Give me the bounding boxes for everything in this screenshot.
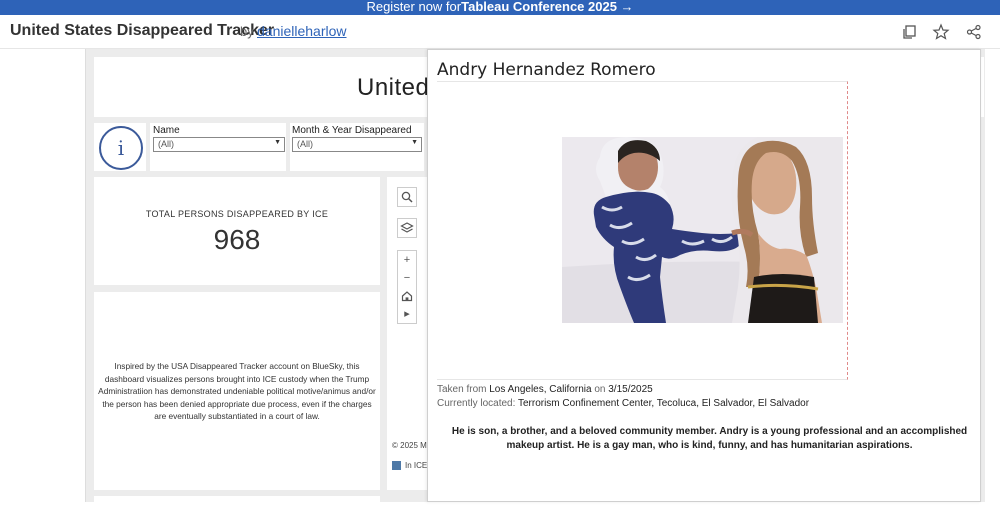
- month-filter-value: (All): [297, 139, 313, 149]
- zoom-in-button[interactable]: +: [398, 251, 416, 269]
- kpi-label: TOTAL PERSONS DISAPPEARED BY ICE: [145, 209, 329, 219]
- star-icon[interactable]: [932, 23, 950, 41]
- month-filter-dropdown[interactable]: (All) ▼: [292, 137, 422, 152]
- name-filter-dropdown[interactable]: (All) ▼: [153, 137, 285, 152]
- dashboard-title: United: [357, 74, 430, 101]
- person-name: Andry Hernandez Romero: [437, 60, 656, 80]
- located-line: Currently located: Terrorism Confinement…: [437, 398, 809, 409]
- person-bio: He is son, a brother, and a beloved comm…: [451, 426, 968, 451]
- banner-prefix: Register now for: [366, 0, 462, 14]
- taken-from-line: Taken from Los Angeles, California on 3/…: [437, 384, 653, 395]
- by-label: by: [240, 24, 254, 39]
- map-copyright: © 2025 M: [392, 441, 427, 450]
- share-icon[interactable]: [965, 23, 983, 41]
- person-tooltip: Andry Hernandez Romero Taken from Los An…: [427, 49, 981, 502]
- map-layers-tool[interactable]: [397, 218, 417, 238]
- month-filter-label: Month & Year Disappeared: [292, 125, 412, 136]
- legend-swatch: [392, 461, 401, 470]
- name-filter-value: (All): [158, 139, 174, 149]
- viz-title: United States Disappeared Tracker: [10, 22, 275, 39]
- map-search-tool[interactable]: [397, 187, 417, 207]
- info-icon[interactable]: i: [99, 126, 143, 170]
- kpi-value: 968: [213, 224, 261, 255]
- taken-place: Los Angeles, California: [489, 384, 592, 395]
- located-place: Terrorism Confinement Center, Tecoluca, …: [517, 398, 810, 409]
- taken-date: 3/15/2025: [608, 384, 653, 395]
- taken-on-label: on: [591, 384, 609, 395]
- expand-arrow-icon[interactable]: ▸: [398, 305, 416, 323]
- home-icon[interactable]: [398, 287, 416, 305]
- banner-link[interactable]: Tableau Conference 2025 →: [461, 0, 633, 14]
- lower-panel: [94, 496, 380, 506]
- promo-banner[interactable]: Register now for Tableau Conference 2025…: [0, 0, 1000, 15]
- zoom-out-button[interactable]: −: [398, 269, 416, 287]
- name-filter-label: Name: [153, 125, 180, 136]
- map-zoom-tools[interactable]: + − ▸: [397, 250, 417, 324]
- chevron-down-icon: ▼: [411, 139, 418, 146]
- layers-icon[interactable]: [398, 219, 416, 237]
- person-photo: [562, 137, 843, 323]
- description-text: Inspired by the USA Disappeared Tracker …: [98, 361, 376, 422]
- person-photo-image: [562, 137, 843, 323]
- chevron-down-icon: ▼: [274, 139, 281, 146]
- taken-from-label: Taken from: [437, 384, 490, 395]
- search-icon[interactable]: [398, 188, 416, 206]
- copy-icon[interactable]: [900, 23, 918, 41]
- author-link[interactable]: danielleharlow: [257, 23, 347, 39]
- legend-label: In ICE: [405, 461, 428, 470]
- viz-header: United States Disappeared Tracker by dan…: [0, 15, 1000, 49]
- located-label: Currently located:: [437, 398, 518, 409]
